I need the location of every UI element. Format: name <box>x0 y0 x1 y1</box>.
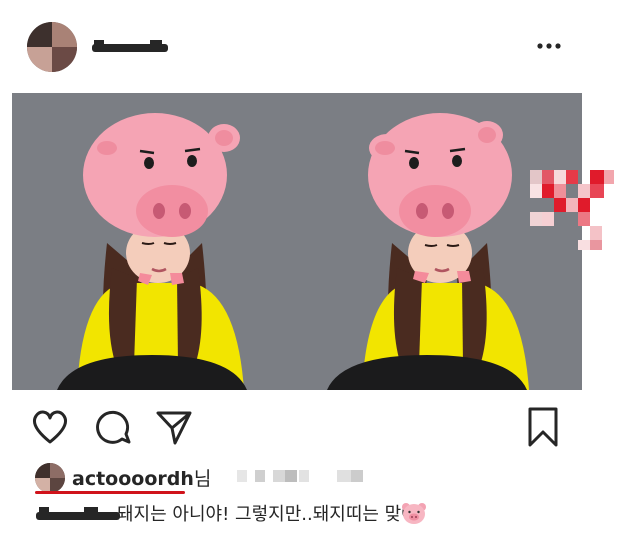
commenter-username-text[interactable]: actoooordh <box>72 468 194 490</box>
comment-icon[interactable] <box>93 408 133 446</box>
send-icon[interactable] <box>155 408 193 446</box>
photo-illustration <box>12 93 297 390</box>
post-photo-1[interactable] <box>12 93 297 390</box>
commenter-avatar[interactable] <box>35 463 65 493</box>
heart-icon[interactable] <box>30 408 70 446</box>
more-options-icon[interactable] <box>534 36 564 56</box>
reply-comment-text: 돼지는 아니야! 그렇지만..돼지띠는 맞아 <box>117 504 418 525</box>
censored-pixel-block <box>530 140 620 270</box>
poster-username-redacted[interactable] <box>92 40 168 54</box>
pig-face-icon <box>402 503 426 524</box>
censored-comment-blur <box>237 466 367 488</box>
commenter-username[interactable]: actoooordh님 <box>72 464 211 491</box>
bookmark-icon[interactable] <box>525 406 561 448</box>
red-highlight-underline <box>35 491 185 494</box>
reply-username-redacted[interactable] <box>36 504 120 524</box>
honorific-suffix: 님 <box>193 468 212 490</box>
poster-avatar[interactable] <box>27 22 77 72</box>
